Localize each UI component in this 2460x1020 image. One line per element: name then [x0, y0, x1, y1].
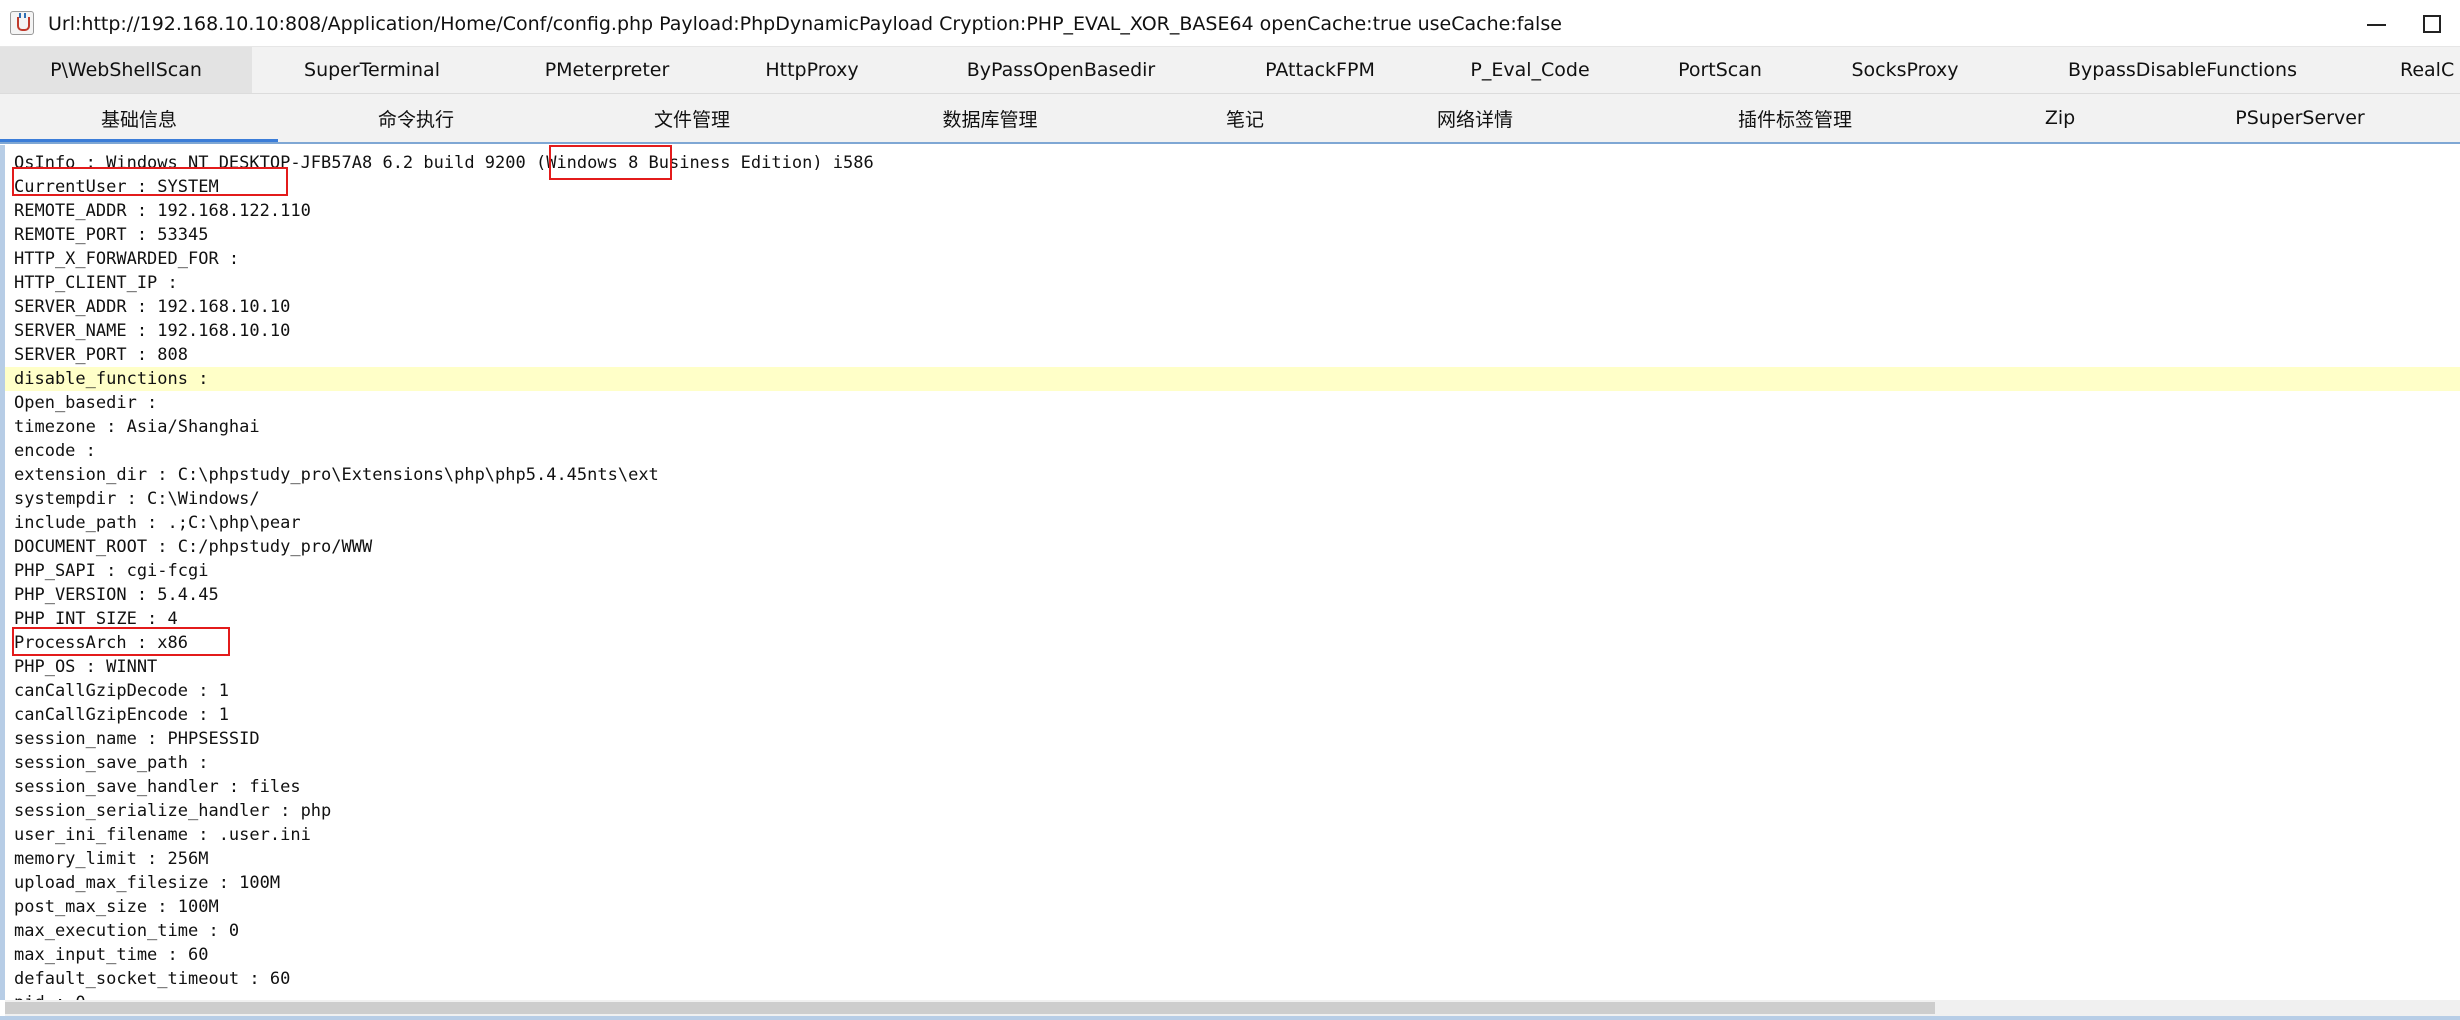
tab-command-exec[interactable]: 命令执行: [278, 94, 554, 142]
info-line: encode :: [14, 441, 96, 461]
top-tab-bar: P\WebShellScan SuperTerminal PMeterprete…: [0, 47, 2460, 94]
tab-label: SuperTerminal: [304, 59, 440, 81]
tab-plugin-manager[interactable]: 插件标签管理: [1610, 94, 1980, 142]
tab-label: ByPassOpenBasedir: [966, 59, 1156, 81]
tab-label: 插件标签管理: [1737, 108, 1852, 131]
highlighted-row: [5, 367, 2460, 391]
tab-label: RealC: [2400, 59, 2455, 81]
info-line: disable_functions :: [14, 369, 209, 389]
annotation-box-current-user: [12, 167, 288, 196]
tab-label: SocksProxy: [1851, 59, 1959, 81]
minimize-icon[interactable]: [2348, 6, 2404, 42]
tab-webshellscan[interactable]: P\WebShellScan: [0, 47, 252, 93]
java-cup-icon: [10, 11, 34, 35]
tab-bypassopenbasedir[interactable]: ByPassOpenBasedir: [902, 47, 1220, 93]
window-bottom-edge: [0, 1016, 2460, 1020]
tab-bypassdisablefunctions[interactable]: BypassDisableFunctions: [2010, 47, 2355, 93]
tab-label: P_Eval_Code: [1470, 59, 1590, 81]
tab-label: 数据库管理: [942, 108, 1038, 131]
info-line: canCallGzipDecode : 1: [14, 681, 229, 701]
tab-label: PortScan: [1678, 59, 1762, 81]
info-line: pid : 0: [14, 991, 86, 1000]
scrollbar-thumb[interactable]: [5, 1002, 1935, 1014]
tab-zip[interactable]: Zip: [1980, 94, 2140, 142]
annotation-box-windows-version: [549, 145, 672, 180]
annotation-box-process-arch: [12, 627, 230, 656]
info-line: REMOTE_ADDR : 192.168.122.110: [14, 201, 311, 221]
tab-realcmd[interactable]: RealC: [2400, 47, 2460, 93]
info-line: HTTP_CLIENT_IP :: [14, 273, 178, 293]
info-line: Open_basedir :: [14, 393, 158, 413]
tab-psuperserver[interactable]: PSuperServer: [2140, 94, 2460, 142]
info-line: session_save_path :: [14, 753, 209, 773]
info-line: upload_max_filesize : 100M: [14, 873, 281, 893]
basic-info-output[interactable]: OsInfo : Windows NT DESKTOP-JFB57A8 6.2 …: [0, 145, 2460, 1000]
info-line: HTTP_X_FORWARDED_FOR :: [14, 249, 240, 269]
tab-label: 文件管理: [653, 108, 730, 131]
tab-file-manager[interactable]: 文件管理: [554, 94, 830, 142]
info-line: canCallGzipEncode : 1: [14, 705, 229, 725]
info-line: systempdir : C:\Windows/: [14, 489, 260, 509]
tab-notes[interactable]: 笔记: [1150, 94, 1340, 142]
info-line: DOCUMENT_ROOT : C:/phpstudy_pro/WWW: [14, 537, 373, 557]
tab-portscan[interactable]: PortScan: [1640, 47, 1800, 93]
info-line: max_input_time : 60: [14, 945, 209, 965]
tab-httpproxy[interactable]: HttpProxy: [722, 47, 902, 93]
info-line: session_name : PHPSESSID: [14, 729, 260, 749]
info-line: extension_dir : C:\phpstudy_pro\Extensio…: [14, 465, 659, 485]
info-line: PHP_SAPI : cgi-fcgi: [14, 561, 209, 581]
sub-tab-bar: 基础信息 命令执行 文件管理 数据库管理 笔记 网络详情 插件标签管理 Zip …: [0, 94, 2460, 144]
tab-p-eval-code[interactable]: P_Eval_Code: [1420, 47, 1640, 93]
horizontal-scrollbar[interactable]: [5, 1000, 2460, 1016]
info-line: timezone : Asia/Shanghai: [14, 417, 260, 437]
info-line: include_path : .;C:\php\pear: [14, 513, 301, 533]
tab-database-manager[interactable]: 数据库管理: [830, 94, 1150, 142]
info-line: session_serialize_handler : php: [14, 801, 332, 821]
info-line: session_save_handler : files: [14, 777, 301, 797]
tab-label: P\WebShellScan: [50, 59, 202, 81]
tab-label: 笔记: [1225, 108, 1264, 131]
info-line: SERVER_NAME : 192.168.10.10: [14, 321, 291, 341]
tab-basic-info[interactable]: 基础信息: [0, 94, 278, 142]
info-line: user_ini_filename : .user.ini: [14, 825, 311, 845]
title-bar: Url:http://192.168.10.10:808/Application…: [0, 0, 2460, 47]
tab-pmeterpreter[interactable]: PMeterpreter: [492, 47, 722, 93]
info-line: default_socket_timeout : 60: [14, 969, 291, 989]
tab-socksproxy[interactable]: SocksProxy: [1800, 47, 2010, 93]
info-line: SERVER_PORT : 808: [14, 345, 188, 365]
info-line: REMOTE_PORT : 53345: [14, 225, 209, 245]
tab-network-details[interactable]: 网络详情: [1340, 94, 1610, 142]
info-line: post_max_size : 100M: [14, 897, 219, 917]
tab-label: PMeterpreter: [544, 59, 670, 81]
tab-label: PAttackFPM: [1265, 59, 1375, 81]
info-line: PHP_VERSION : 5.4.45: [14, 585, 219, 605]
info-line: PHP_OS : WINNT: [14, 657, 158, 677]
info-line: max_execution_time : 0: [14, 921, 240, 941]
tab-label: 命令执行: [377, 108, 454, 131]
tab-label: BypassDisableFunctions: [2068, 59, 2297, 81]
tab-label: HttpProxy: [765, 59, 859, 81]
info-line: memory_limit : 256M: [14, 849, 209, 869]
tab-pattackfpm[interactable]: PAttackFPM: [1220, 47, 1420, 93]
maximize-icon[interactable]: [2404, 6, 2460, 42]
tab-label: Zip: [2044, 107, 2076, 129]
tab-label: 网络详情: [1436, 108, 1513, 131]
tab-label: 基础信息: [100, 108, 177, 131]
info-line: SERVER_ADDR : 192.168.10.10: [14, 297, 291, 317]
tab-superterminal[interactable]: SuperTerminal: [252, 47, 492, 93]
tab-label: PSuperServer: [2235, 107, 2365, 129]
window-title: Url:http://192.168.10.10:808/Application…: [48, 13, 1562, 35]
